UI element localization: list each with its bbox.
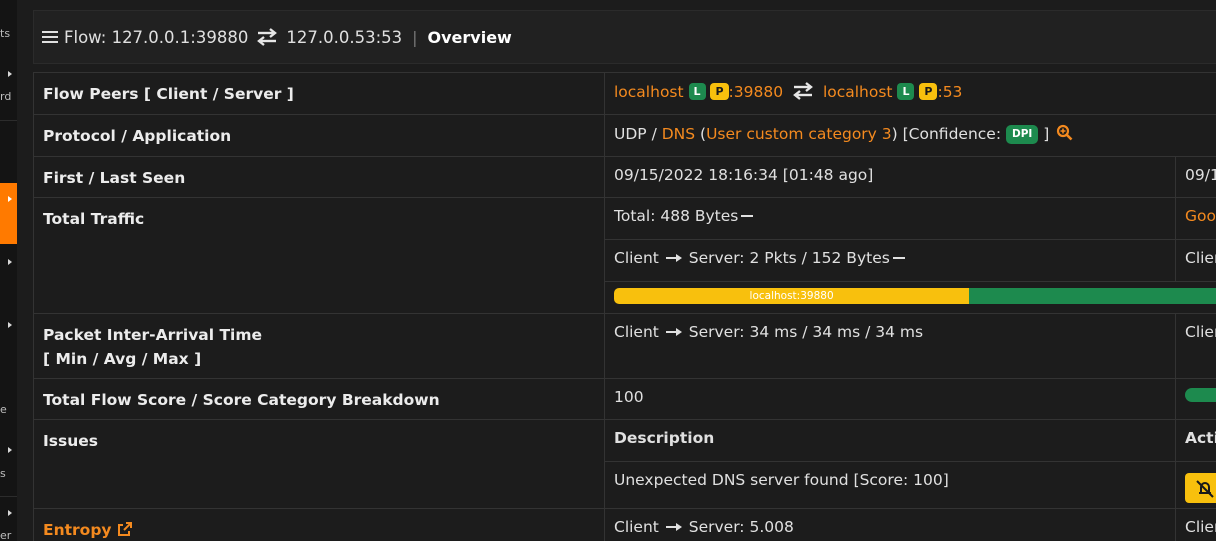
table-row: Protocol / Application UDP / DNS (User c… xyxy=(33,115,1216,157)
entropy-stats: Server: 5.008 xyxy=(688,518,794,536)
traffic-quality-link[interactable]: Goo xyxy=(1176,198,1216,239)
sidebar-label-fragment[interactable]: er xyxy=(0,529,11,541)
client-label: Client xyxy=(614,323,659,341)
row-label: First / Last Seen xyxy=(33,157,605,197)
swap-arrows-icon xyxy=(256,28,278,46)
sidebar-label-fragment[interactable]: e xyxy=(0,403,7,416)
chevron-right-icon[interactable] xyxy=(8,447,12,453)
category-link[interactable]: User custom category 3 xyxy=(706,125,892,143)
flow-server-address: 127.0.0.53:53 xyxy=(286,27,403,47)
table-row: Flow Peers [ Client / Server ] localhost… xyxy=(33,73,1216,115)
row-label[interactable]: Entropy xyxy=(43,521,112,539)
private-badge: P xyxy=(710,83,729,100)
last-seen-value: 09/1 xyxy=(1185,166,1216,184)
server-host-link[interactable]: localhost xyxy=(823,83,893,101)
row-label: Issues xyxy=(33,420,605,508)
row-label: Protocol / Application xyxy=(33,115,605,156)
row-label: Total Flow Score / Score Category Breakd… xyxy=(33,379,605,419)
traffic-ratio-bar: localhost:39880 xyxy=(614,288,1216,304)
table-row: Issues Description Acti Unexpected DNS s… xyxy=(33,420,1216,509)
traffic-bar-client-segment: localhost:39880 xyxy=(614,288,970,304)
issue-row: Unexpected DNS server found [Score: 100] xyxy=(605,461,1216,509)
flow-peers-value: localhost L P:39880 localhost L P:53 xyxy=(605,73,1216,114)
protocol-name: UDP xyxy=(614,125,647,143)
row-label-line: [ Min / Avg / Max ] xyxy=(43,350,202,368)
confidence-prefix: [Confidence: xyxy=(897,125,1006,143)
chevron-right-icon[interactable] xyxy=(8,510,12,516)
row-label: Flow Peers [ Client / Server ] xyxy=(33,73,605,114)
sidebar: ts rd e s er xyxy=(0,0,17,541)
sidebar-item-active[interactable] xyxy=(0,183,17,244)
search-plus-icon[interactable] xyxy=(1056,124,1073,145)
flow-client-address: Flow: 127.0.0.1:39880 xyxy=(64,27,249,47)
external-link-icon[interactable] xyxy=(117,520,133,541)
chevron-right-icon[interactable] xyxy=(8,71,12,77)
header-separator: | xyxy=(412,27,418,47)
application-link[interactable]: DNS xyxy=(662,125,695,143)
local-badge: L xyxy=(688,83,706,100)
table-row: Total Flow Score / Score Category Breakd… xyxy=(33,379,1216,420)
dpi-badge: DPI xyxy=(1005,125,1039,144)
client-port-link[interactable]: :39880 xyxy=(729,83,784,101)
steady-trend-icon xyxy=(892,257,905,259)
arrow-right-icon xyxy=(665,253,682,263)
client-to-server-stats: Server: 2 Pkts / 152 Bytes xyxy=(688,249,890,267)
chevron-right-icon[interactable] xyxy=(8,259,12,265)
sidebar-label-fragment[interactable]: s xyxy=(0,467,6,480)
menu-icon[interactable] xyxy=(42,31,58,43)
sidebar-label-fragment[interactable]: ts xyxy=(0,27,10,40)
score-breakdown-bar xyxy=(1185,388,1216,402)
swap-arrows-icon xyxy=(792,82,814,100)
server-inter-arrival-value: Clien xyxy=(1185,323,1216,341)
arrow-right-icon xyxy=(665,522,682,532)
sidebar-divider xyxy=(0,120,17,121)
client-host-link[interactable]: localhost xyxy=(614,83,684,101)
score-breakdown xyxy=(1176,379,1216,419)
entropy-link[interactable]: Entropy xyxy=(33,509,605,541)
client-to-server-subrow: Client Server: 2 Pkts / 152 Bytes Clien xyxy=(605,239,1216,281)
row-label-line: Packet Inter-Arrival Time xyxy=(43,326,263,344)
server-entropy-value: Clien xyxy=(1185,518,1216,536)
first-seen-value: 09/15/2022 18:16:34 [01:48 ago] xyxy=(605,157,1176,197)
private-badge: P xyxy=(919,83,938,100)
sidebar-divider xyxy=(0,496,17,497)
server-to-client-traffic: Clien xyxy=(1185,249,1216,267)
page-header: Flow: 127.0.0.1:39880 127.0.0.53:53 | Ov… xyxy=(33,10,1216,64)
flow-score-value: 100 xyxy=(605,379,1176,419)
flow-details-table: Flow Peers [ Client / Server ] localhost… xyxy=(33,72,1216,541)
total-bytes: Total: 488 Bytes xyxy=(614,207,739,225)
confidence-suffix: ] xyxy=(1038,125,1050,143)
bell-slash-icon xyxy=(1196,480,1214,498)
row-label: Packet Inter-Arrival Time [ Min / Avg / … xyxy=(33,314,605,378)
category-open-paren: ( xyxy=(695,125,707,143)
chevron-right-icon xyxy=(8,196,12,202)
entropy-value: Client Server: 5.008 xyxy=(605,509,1176,541)
issues-actions-header: Acti xyxy=(1185,429,1216,447)
client-to-server-traffic: Client Server: 2 Pkts / 152 Bytes xyxy=(605,240,1176,281)
table-row: Packet Inter-Arrival Time [ Min / Avg / … xyxy=(33,314,1216,379)
client-label: Client xyxy=(614,518,659,536)
protocol-slash: / xyxy=(646,125,662,143)
inter-arrival-value: Client Server: 34 ms / 34 ms / 34 ms xyxy=(605,314,1176,378)
protocol-value: UDP / DNS (User custom category 3) [Conf… xyxy=(605,115,1216,156)
issue-actions xyxy=(1176,462,1216,509)
local-badge: L xyxy=(897,83,915,100)
table-row: Entropy Client Server: 5.008 Clien xyxy=(33,509,1216,541)
client-label: Client xyxy=(614,249,659,267)
chevron-right-icon[interactable] xyxy=(8,322,12,328)
table-row: First / Last Seen 09/15/2022 18:16:34 [0… xyxy=(33,157,1216,198)
inter-arrival-stats: Server: 34 ms / 34 ms / 34 ms xyxy=(688,323,924,341)
server-port-link[interactable]: :53 xyxy=(937,83,962,101)
traffic-bar-server-segment xyxy=(969,288,1216,304)
issue-description: Unexpected DNS server found [Score: 100] xyxy=(605,462,1176,509)
tab-overview[interactable]: Overview xyxy=(428,28,512,47)
steady-trend-icon xyxy=(741,215,754,217)
issues-description-header: Description xyxy=(605,420,1176,461)
total-traffic-value: Total: 488 Bytes xyxy=(605,198,1176,239)
mute-alert-button[interactable] xyxy=(1185,473,1216,503)
arrow-right-icon xyxy=(665,327,682,337)
row-label: Total Traffic xyxy=(33,198,605,313)
sidebar-label-fragment[interactable]: rd xyxy=(0,90,11,103)
